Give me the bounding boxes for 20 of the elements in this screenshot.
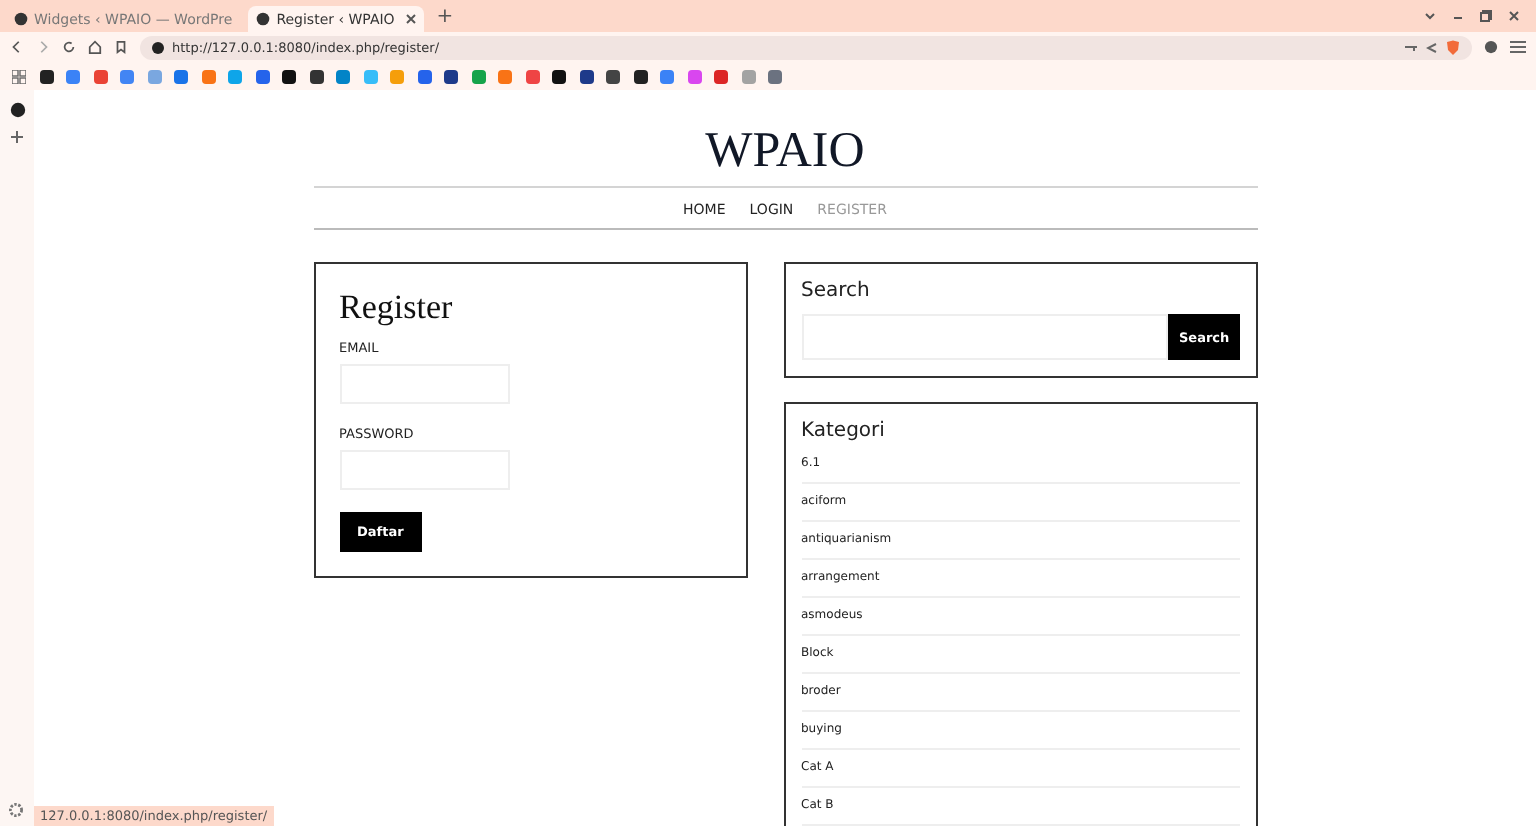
new-tab-button[interactable]: + [436,5,454,27]
settings-icon[interactable] [8,802,24,818]
widget-heading: Kategori [801,420,887,442]
register-heading: Register [339,288,453,328]
chevron-down-icon[interactable] [1424,10,1436,22]
apps-grid-icon[interactable] [12,69,26,83]
restore-icon[interactable] [1480,10,1492,22]
reload-icon[interactable] [62,40,76,54]
menu-icon[interactable] [1510,40,1526,54]
logo-icon[interactable] [9,102,25,118]
close-icon[interactable] [1508,10,1520,22]
widget-heading: Search [801,280,872,302]
bookmark-icon[interactable] [114,40,128,54]
site-title[interactable]: WPAIO [705,124,865,180]
search-field[interactable] [801,314,1167,360]
plus-icon[interactable] [10,130,24,144]
close-tab-icon[interactable] [406,14,417,24]
home-icon[interactable] [88,40,102,54]
back-icon[interactable] [10,40,24,54]
shield-icon[interactable] [1446,39,1460,55]
